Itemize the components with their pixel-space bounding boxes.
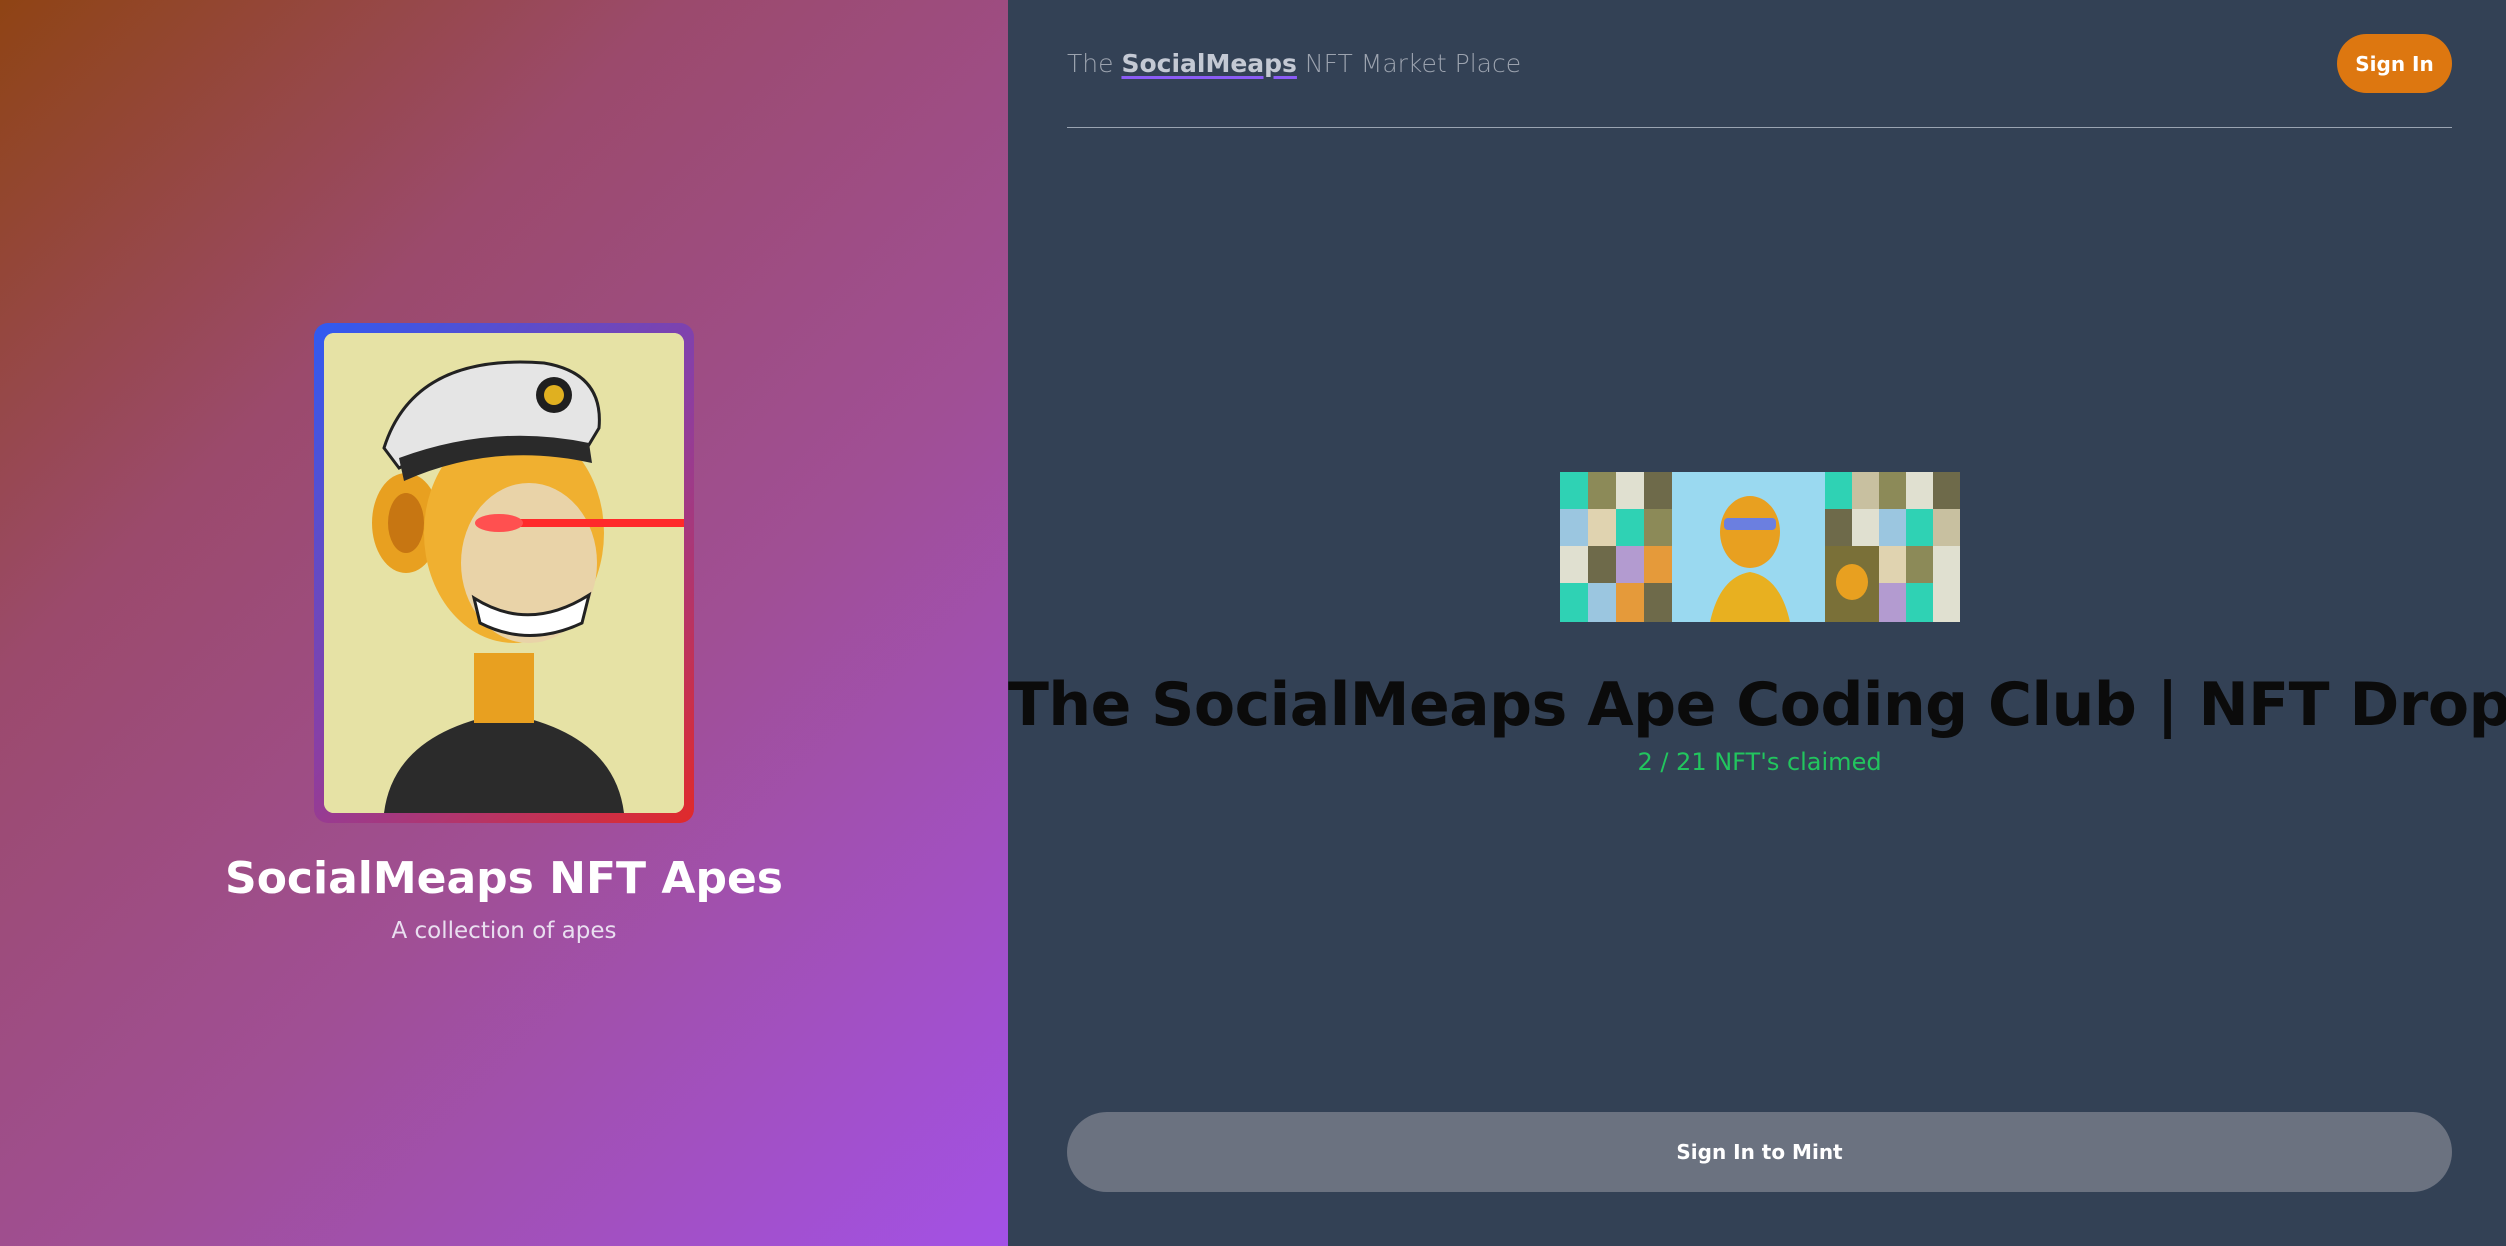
brand-prefix: The [1067, 49, 1114, 78]
drop-content: The SocialMeaps Ape Coding Club | NFT Dr… [1008, 472, 2506, 776]
collection-title: SocialMeaps NFT Apes [225, 852, 783, 904]
ape-illustration [324, 332, 684, 813]
brand-name: SocialMeaps [1121, 49, 1297, 78]
collection-panel: SocialMeaps NFT Apes A collection of ape… [0, 0, 1008, 1246]
nft-card-frame [314, 322, 694, 823]
brand-suffix: NFT Market Place [1304, 49, 1522, 78]
brand-logo-text[interactable]: The SocialMeaps NFT Market Place [1067, 49, 1521, 78]
collection-subtitle: A collection of apes [391, 917, 617, 944]
sign-in-button[interactable]: Sign In [2337, 34, 2452, 93]
sign-in-to-mint-button[interactable]: Sign In to Mint [1067, 1112, 2452, 1192]
featured-ape-image [324, 332, 684, 813]
claimed-counter: 2 / 21 NFT's claimed [1637, 748, 1882, 776]
top-header: The SocialMeaps NFT Market Place Sign In [1067, 0, 2452, 128]
drop-title: The SocialMeaps Ape Coding Club | NFT Dr… [1007, 670, 2506, 740]
drop-panel: The SocialMeaps NFT Market Place Sign In [1008, 0, 2506, 1246]
ape-collection-banner [1559, 472, 1960, 622]
